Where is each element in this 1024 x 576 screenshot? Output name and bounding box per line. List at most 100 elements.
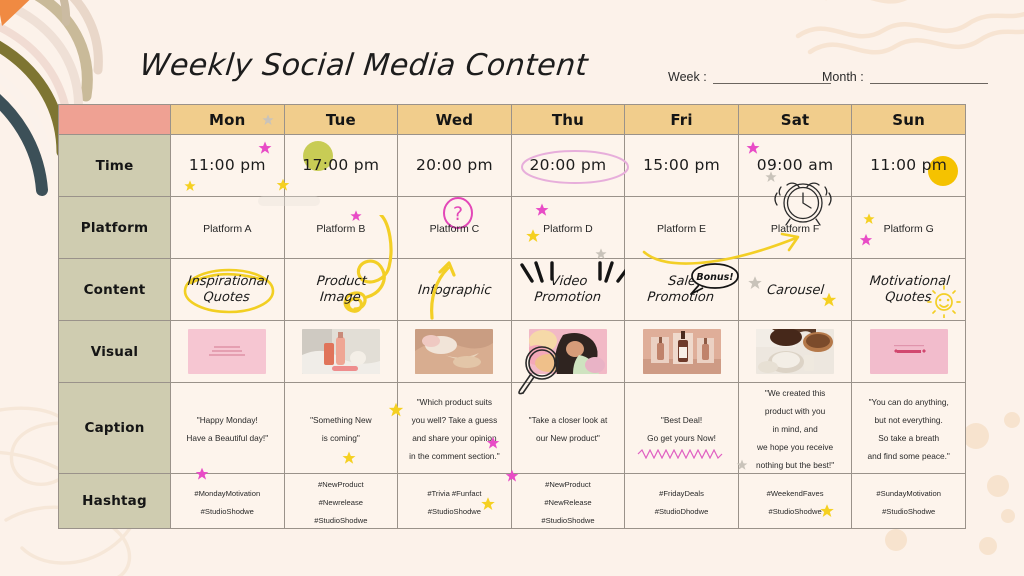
cell-caption-tue[interactable]: "Something New is coming" [283,382,399,474]
cell-platform-fri[interactable]: Platform E [624,196,739,259]
platform-value-fri: Platform E [657,222,707,235]
cell-visual-sat[interactable] [737,320,853,383]
page-title: Weekly Social Media Content [138,48,590,83]
svg-text:?: ? [453,203,463,225]
time-value-wed: 20:00 pm [415,156,493,174]
hashtag-value-thu: #NewProduct #NewRelease #StudioShodwe [541,480,595,525]
table-header-row: Mon Tue Wed Thu Fri Sat Sun [58,104,966,135]
day-header-mon: Mon [170,104,285,135]
wave-lines-decor [795,0,1024,55]
row-label-visual: Visual [58,320,171,383]
thumbnail-serum-bottles [642,329,721,374]
week-field[interactable]: Week : [668,70,831,84]
cell-time-fri[interactable]: 15:00 pm [624,134,739,197]
table-row-hashtag: Hashtag #MondayMotivation #StudioShodwe #… [58,473,966,529]
cell-hashtag-thu[interactable]: #NewProduct #NewRelease #StudioShodwe [510,473,626,529]
platform-value-sat: Platform F [770,222,820,235]
hashtag-value-sat: #WeekendFaves #StudioShodwe [766,489,824,516]
cell-hashtag-mon[interactable]: #MondayMotivation #StudioShodwe [170,473,285,529]
cell-content-fri[interactable]: Bonus! Sale Promotion [624,258,740,321]
platform-value-thu: Platform D [543,222,593,235]
caption-value-wed: "Which product suits you well? Take a gue… [409,397,500,461]
pink-zigzag-underline-icon [637,449,723,459]
table-row-platform: Platform Platform A Platform B ? Platfor… [58,182,966,259]
cell-time-sun[interactable]: 11:00 pm [851,134,966,197]
row-label-hashtag: Hashtag [58,473,171,529]
cell-hashtag-sun[interactable]: #SundayMotivation #StudioShodwe [851,473,966,529]
month-field[interactable]: Month : [822,70,988,84]
content-value-tue: Product Image [315,273,368,305]
caption-value-tue: "Something New is coming" [310,415,372,443]
table-corner-cell [58,104,171,135]
time-value-mon: 11:00 pm [188,156,266,174]
cell-hashtag-fri[interactable]: #FridayDeals #StudioDhodwe [624,473,739,529]
cell-content-thu[interactable]: Video Promotion [510,258,632,321]
pink-oval-highlight-icon [520,150,629,184]
day-header-fri: Fri [624,104,739,135]
cell-content-sun[interactable]: Motivational Quotes [851,258,966,321]
week-input-line[interactable] [712,73,831,84]
time-value-fri: 15:00 pm [643,156,720,174]
platform-value-tue: Platform B [316,222,366,235]
row-label-content: Content [58,258,171,321]
cell-caption-wed[interactable]: "Which product suits you well? Take a gue… [397,382,512,474]
day-header-sun: Sun [851,104,966,135]
poster-canvas: Weekly Social Media Content Week : Month… [0,0,1024,576]
content-value-thu: Video Promotion [533,273,602,305]
cell-visual-wed[interactable] [397,320,512,383]
table-row-content: Content Inspirational Quotes Product Image… [58,215,966,321]
platform-value-sun: Platform G [883,222,934,235]
cell-time-tue[interactable]: 17:00 pm [283,134,399,197]
cell-visual-fri[interactable] [624,320,739,383]
thumbnail-pouring-beans [756,329,835,374]
table-row-visual: Visual [58,320,966,395]
content-value-sun: Motivational Quotes [868,273,951,305]
day-header-tue: Tue [283,104,399,135]
caption-value-thu: "Take a closer look at our New product" [528,415,608,443]
week-label: Week : [668,70,707,84]
row-label-caption: Caption [58,382,171,474]
day-header-wed: Wed [397,104,512,135]
content-value-wed: Infographic [417,282,492,298]
cell-time-thu[interactable]: 20:00 pm [510,134,629,197]
cell-platform-sat[interactable]: Platform F [737,182,853,259]
thumbnail-pink-quote-card [188,329,267,374]
cell-hashtag-wed[interactable]: #Trivia #Funfact #StudioShodwe [397,473,512,529]
platform-value-wed: Platform C [429,222,480,235]
month-input-line[interactable] [869,73,988,84]
cell-time-mon[interactable]: 11:00 pm [170,134,285,197]
hashtag-value-fri: #FridayDeals #StudioDhodwe [654,489,709,516]
cell-caption-fri[interactable]: "Best Deal! Go get yours Now! [624,382,739,474]
cell-caption-sun[interactable]: "You can do anything, but not everything.… [851,382,966,474]
bonus-badge-icon: Bonus! [690,263,740,295]
hashtag-value-wed: #Trivia #Funfact #StudioShodwe [427,489,482,516]
cell-hashtag-tue[interactable]: #NewProduct #Newrelease #StudioShodwe [283,473,399,529]
cell-time-wed[interactable]: 20:00 pm [397,134,512,197]
hashtag-value-sun: #SundayMotivation #StudioShodwe [876,489,941,516]
content-value-sat: Carousel [765,282,825,298]
cell-visual-sun[interactable] [851,320,966,383]
alarm-clock-icon [774,182,832,226]
cell-visual-mon[interactable] [170,320,285,383]
caption-value-mon: "Happy Monday! Have a Beautiful day!" [186,415,269,443]
cell-visual-tue[interactable] [283,320,399,383]
svg-text:Bonus!: Bonus! [697,272,734,283]
cell-caption-mon[interactable]: "Happy Monday! Have a Beautiful day!" [170,382,285,474]
cell-platform-sun[interactable]: Platform G [851,196,966,259]
day-header-sat: Sat [737,104,853,135]
hashtag-value-tue: #NewProduct #Newrelease #StudioShodwe [314,480,368,525]
caption-value-sat: "We created this product with you in mind,… [756,388,835,470]
caption-value-fri: "Best Deal! Go get yours Now! [647,415,716,443]
platform-value-mon: Platform A [203,222,252,235]
cell-content-mon[interactable]: Inspirational Quotes [170,258,285,321]
cell-hashtag-sat[interactable]: #WeekendFaves #StudioShodwe [737,473,853,529]
cell-platform-thu[interactable]: Platform D [510,196,626,259]
magnifying-glass-icon [517,346,559,395]
cell-caption-sat[interactable]: "We created this product with you in mind,… [737,382,853,474]
cell-visual-thu[interactable] [510,320,626,395]
day-header-thu: Thu [510,104,626,135]
time-value-sun: 11:00 pm [870,156,948,174]
cell-content-tue[interactable]: Product Image [283,215,399,321]
cell-content-sat[interactable]: Carousel [737,258,853,321]
cell-platform-mon[interactable]: Platform A [170,196,285,259]
